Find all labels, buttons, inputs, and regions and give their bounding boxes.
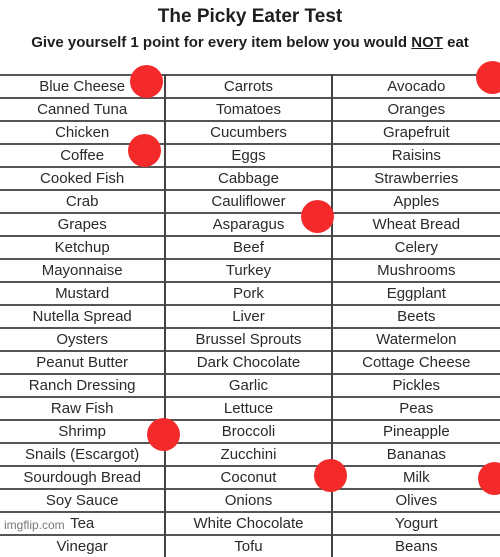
food-item-cell: Avocado — [331, 74, 500, 98]
red-marker-dot — [128, 134, 161, 167]
food-item-cell: Bananas — [331, 442, 500, 466]
food-item-cell: Watermelon — [331, 327, 500, 351]
food-item-cell: Mustard — [0, 281, 167, 305]
food-item-cell: Soy Sauce — [0, 488, 167, 512]
food-item-cell: Snails (Escargot) — [0, 442, 167, 466]
food-item-cell: Apples — [331, 189, 500, 213]
food-item-cell: Pickles — [331, 373, 500, 397]
food-item-cell: Cabbage — [165, 166, 333, 190]
food-item-cell: Cooked Fish — [0, 166, 167, 190]
food-item-cell: Crab — [0, 189, 167, 213]
food-item-cell: Nutella Spread — [0, 304, 167, 328]
food-item-cell: Sourdough Bread — [0, 465, 167, 489]
table-row: Blue Cheese Carrots Avocado — [0, 74, 500, 98]
food-item-cell: Wheat Bread — [331, 212, 500, 236]
table-row: Mayonnaise Turkey Mushrooms — [0, 258, 500, 282]
food-item-cell: Beans — [331, 534, 500, 557]
food-item-cell: Mushrooms — [331, 258, 500, 282]
instructions-text-end: eat — [442, 34, 469, 51]
table-row: Ketchup Beef Celery — [0, 235, 500, 259]
food-item-cell: Milk — [331, 465, 500, 489]
food-item-cell: Celery — [331, 235, 500, 259]
food-item-cell: Strawberries — [331, 166, 500, 190]
table-row: Ranch Dressing Garlic Pickles — [0, 373, 500, 397]
food-item-cell: Ketchup — [0, 235, 167, 259]
table-row: Grapes Asparagus Wheat Bread — [0, 212, 500, 236]
food-item-cell: Grapes — [0, 212, 167, 236]
table-row: Snails (Escargot) Zucchini Bananas — [0, 442, 500, 466]
table-row: Raw Fish Lettuce Peas — [0, 396, 500, 420]
food-item-cell: Lettuce — [165, 396, 333, 420]
food-item-cell: Peanut Butter — [0, 350, 167, 374]
red-marker-dot — [314, 459, 347, 492]
food-item-cell: Raw Fish — [0, 396, 167, 420]
food-table: Blue Cheese Carrots Avocado Canned Tuna Toma… — [0, 74, 500, 557]
watermark: imgflip.com — [4, 518, 65, 532]
food-item-cell: Tomatoes — [165, 97, 333, 121]
table-row: Chicken Cucumbers Grapefruit — [0, 120, 500, 144]
table-row: Sourdough Bread Coconut Milk — [0, 465, 500, 489]
food-item-cell: Grapefruit — [331, 120, 500, 144]
food-item-cell: Beef — [165, 235, 333, 259]
food-item-cell: Dark Chocolate — [165, 350, 333, 374]
food-item-cell: Brussel Sprouts — [165, 327, 333, 351]
instructions-emphasis: NOT — [411, 34, 443, 51]
food-item-cell: Pork — [165, 281, 333, 305]
food-item-cell: Coconut — [165, 465, 333, 489]
food-item-cell: Carrots — [165, 74, 333, 98]
table-row: Peanut Butter Dark Chocolate Cottage Chees… — [0, 350, 500, 374]
food-item-cell: Vinegar — [0, 534, 167, 557]
food-item-cell: Tofu — [165, 534, 333, 557]
table-row: Tea White Chocolate Yogurt — [0, 511, 500, 535]
table-row: Mustard Pork Eggplant — [0, 281, 500, 305]
table-row: Crab Cauliflower Apples — [0, 189, 500, 213]
red-marker-dot — [301, 200, 334, 233]
food-item-cell: Pineapple — [331, 419, 500, 443]
food-item-cell: Liver — [165, 304, 333, 328]
table-row: Cooked Fish Cabbage Strawberries — [0, 166, 500, 190]
food-item-cell: Garlic — [165, 373, 333, 397]
food-item-cell: White Chocolate — [165, 511, 333, 535]
food-item-cell: Yogurt — [331, 511, 500, 535]
instructions-text: Give yourself 1 point for every item bel… — [31, 34, 412, 51]
table-row: Oysters Brussel Sprouts Watermelon — [0, 327, 500, 351]
food-item-cell: Onions — [165, 488, 333, 512]
food-item-cell: Mayonnaise — [0, 258, 167, 282]
food-item-cell: Shrimp — [0, 419, 167, 443]
food-item-cell: Turkey — [165, 258, 333, 282]
table-row: Shrimp Broccoli Pineapple — [0, 419, 500, 443]
table-row: Canned Tuna Tomatoes Oranges — [0, 97, 500, 121]
food-item-cell: Peas — [331, 396, 500, 420]
instructions: Give yourself 1 point for every item bel… — [0, 34, 500, 51]
food-item-cell: Olives — [331, 488, 500, 512]
page-title: The Picky Eater Test — [157, 6, 343, 27]
table-row: Vinegar Tofu Beans — [0, 534, 500, 557]
food-item-cell: Eggplant — [331, 281, 500, 305]
food-item-cell: Broccoli — [165, 419, 333, 443]
food-item-cell: Eggs — [165, 143, 333, 167]
food-item-cell: Zucchini — [165, 442, 333, 466]
food-item-cell: Oysters — [0, 327, 167, 351]
red-marker-dot — [130, 65, 163, 98]
food-item-cell: Cucumbers — [165, 120, 333, 144]
food-item-cell: Raisins — [331, 143, 500, 167]
red-marker-dot — [147, 418, 180, 451]
food-item-cell: Cottage Cheese — [331, 350, 500, 374]
food-item-cell: Ranch Dressing — [0, 373, 167, 397]
food-item-cell: Beets — [331, 304, 500, 328]
food-item-cell: Oranges — [331, 97, 500, 121]
food-item-cell: Canned Tuna — [0, 97, 167, 121]
table-row: Coffee Eggs Raisins — [0, 143, 500, 167]
table-row: Nutella Spread Liver Beets — [0, 304, 500, 328]
table-row: Soy Sauce Onions Olives — [0, 488, 500, 512]
